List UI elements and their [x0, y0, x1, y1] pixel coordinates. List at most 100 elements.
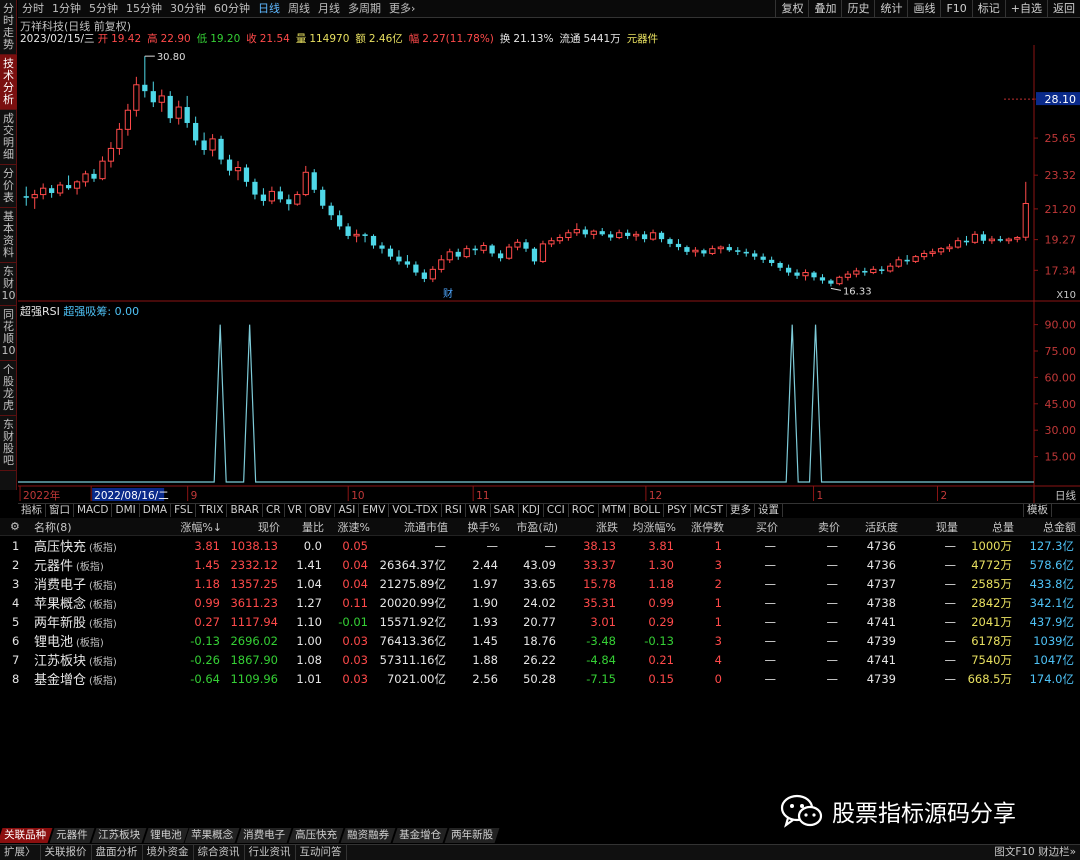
- indicator-tab-3[interactable]: DMI: [112, 504, 140, 517]
- indicator-tab-6[interactable]: TRIX: [196, 504, 228, 517]
- related-tab-6[interactable]: 高压快充: [288, 828, 344, 843]
- col-header-17[interactable]: 总金额: [1014, 519, 1076, 535]
- status-tab-1[interactable]: 关联报价: [41, 845, 92, 860]
- status-tab-2[interactable]: 盘面分析: [92, 845, 143, 860]
- col-header-1[interactable]: 名称(8): [26, 519, 176, 535]
- toolbar-button-2[interactable]: 历史: [841, 0, 874, 18]
- left-tab-6[interactable]: 同花顺10: [0, 306, 17, 361]
- indicator-tab-25[interactable]: 设置: [755, 504, 784, 517]
- col-header-10[interactable]: 均涨幅%: [618, 519, 676, 535]
- related-tab-4[interactable]: 苹果概念: [184, 828, 240, 843]
- left-tab-3[interactable]: 分价表: [0, 165, 17, 208]
- indicator-tab-2[interactable]: MACD: [74, 504, 113, 517]
- toolbar-button-7[interactable]: +自选: [1004, 0, 1047, 18]
- related-tab-7[interactable]: 融资融券: [340, 828, 396, 843]
- status-right[interactable]: 图文F10 财边栏»: [994, 845, 1076, 860]
- left-tab-0[interactable]: 分时走势: [0, 0, 17, 55]
- toolbar-button-4[interactable]: 画线: [907, 0, 940, 18]
- col-header-7[interactable]: 换手%: [448, 519, 500, 535]
- indicator-tab-23[interactable]: MCST: [691, 504, 728, 517]
- indicator-tab-7[interactable]: BRAR: [227, 504, 263, 517]
- period-tab-1[interactable]: 1分钟: [48, 0, 85, 18]
- indicator-tab-15[interactable]: WR: [466, 504, 491, 517]
- col-header-16[interactable]: 总量: [958, 519, 1014, 535]
- period-tab-10[interactable]: 更多›: [385, 0, 419, 18]
- indicator-tab-16[interactable]: SAR: [491, 504, 519, 517]
- col-header-6[interactable]: 流通市值: [370, 519, 448, 535]
- indicator-tab-10[interactable]: OBV: [306, 504, 336, 517]
- related-tab-3[interactable]: 锂电池: [143, 828, 188, 843]
- col-header-4[interactable]: 量比: [280, 519, 324, 535]
- related-tab-9[interactable]: 两年新股: [444, 828, 500, 843]
- indicator-tab-13[interactable]: VOL-TDX: [389, 504, 442, 517]
- col-header-14[interactable]: 活跃度: [840, 519, 898, 535]
- related-tab-1[interactable]: 元器件: [49, 828, 94, 843]
- indicator-tab-17[interactable]: KDJ: [519, 504, 544, 517]
- indicator-tab-12[interactable]: EMV: [359, 504, 390, 517]
- col-header-15[interactable]: 现量: [898, 519, 958, 535]
- col-header-11[interactable]: 涨停数: [676, 519, 724, 535]
- toolbar-button-3[interactable]: 统计: [874, 0, 907, 18]
- table-row[interactable]: 4 苹果概念 (板指) 0.99 3611.23 1.27 0.11 20020.99亿 1.9…: [0, 593, 1080, 613]
- toolbar-button-0[interactable]: 复权: [775, 0, 808, 18]
- indicator-tab-21[interactable]: BOLL: [630, 504, 665, 517]
- toolbar-button-6[interactable]: 标记: [971, 0, 1005, 18]
- left-tab-7[interactable]: 个股龙虎: [0, 361, 17, 416]
- related-tab-2[interactable]: 江苏板块: [91, 828, 146, 843]
- period-tab-2[interactable]: 5分钟: [85, 0, 122, 18]
- table-row[interactable]: 2 元器件 (板指) 1.45 2332.12 1.41 0.04 26364.37亿 2.44…: [0, 555, 1080, 575]
- template-tab[interactable]: 模板: [1023, 504, 1052, 517]
- col-header-2[interactable]: 涨幅%↓: [176, 519, 222, 535]
- col-header-13[interactable]: 卖价: [778, 519, 840, 535]
- indicator-tab-11[interactable]: ASI: [335, 504, 360, 517]
- indicator-tab-5[interactable]: FSL: [171, 504, 197, 517]
- status-tab-3[interactable]: 境外资金: [143, 845, 194, 860]
- period-tab-8[interactable]: 月线: [314, 0, 344, 18]
- indicator-tab-24[interactable]: 更多: [727, 504, 756, 517]
- indicator-tab-9[interactable]: VR: [285, 504, 307, 517]
- left-tab-1[interactable]: 技术分析: [0, 55, 17, 110]
- settings-icon[interactable]: ⚙: [0, 520, 26, 533]
- left-tab-2[interactable]: 成交明细: [0, 110, 17, 165]
- table-row[interactable]: 1 高压快充 (板指) 3.81 1038.13 0.0 0.05 — — — 38.13 3.81 1…: [0, 536, 1080, 556]
- indicator-tab-22[interactable]: PSY: [664, 504, 691, 517]
- col-header-12[interactable]: 买价: [724, 519, 778, 535]
- related-tab-5[interactable]: 消费电子: [236, 828, 292, 843]
- indicator-tab-14[interactable]: RSI: [442, 504, 466, 517]
- table-row[interactable]: 7 江苏板块 (板指) -0.26 1867.90 1.08 0.03 57311.16亿 1.…: [0, 650, 1080, 670]
- table-row[interactable]: 3 消费电子 (板指) 1.18 1357.25 1.04 0.04 21275.89亿 1.9…: [0, 574, 1080, 594]
- left-tab-8[interactable]: 东财股吧: [0, 416, 17, 471]
- indicator-tab-18[interactable]: CCI: [544, 504, 569, 517]
- col-header-5[interactable]: 涨速%: [324, 519, 370, 535]
- toolbar-button-1[interactable]: 叠加: [808, 0, 841, 18]
- kline-chart[interactable]: 28.10 25.65 23.32 21.20 19.27 17.34 30.80 16.33…: [18, 45, 1080, 503]
- period-tab-3[interactable]: 15分钟: [122, 0, 166, 18]
- status-tab-0[interactable]: 扩展〉: [0, 845, 41, 860]
- left-tab-5[interactable]: 东财10: [0, 263, 17, 306]
- toolbar-button-5[interactable]: F10: [940, 0, 971, 18]
- indicator-tab-4[interactable]: DMA: [140, 504, 172, 517]
- table-row[interactable]: 8 基金增仓 (板指) -0.64 1109.96 1.01 0.03 7021.00亿 2.5…: [0, 669, 1080, 689]
- related-tab-8[interactable]: 基金增仓: [392, 828, 448, 843]
- col-header-3[interactable]: 现价: [222, 519, 280, 535]
- related-tab-0[interactable]: 关联品种: [0, 828, 53, 843]
- status-tab-5[interactable]: 行业资讯: [245, 845, 296, 860]
- toolbar-button-8[interactable]: 返回: [1047, 0, 1080, 18]
- period-tab-9[interactable]: 多周期: [344, 0, 385, 18]
- table-row[interactable]: 6 锂电池 (板指) -0.13 2696.02 1.00 0.03 76413.36亿 1.4…: [0, 631, 1080, 651]
- period-tab-0[interactable]: 分时: [18, 0, 48, 18]
- period-tab-6[interactable]: 日线: [254, 0, 284, 18]
- indicator-tab-0[interactable]: 指标: [18, 504, 46, 517]
- indicator-tab-1[interactable]: 窗口: [46, 504, 74, 517]
- table-row[interactable]: 5 两年新股 (板指) 0.27 1117.94 1.10 -0.01 15571.92亿 1.…: [0, 612, 1080, 632]
- col-header-9[interactable]: 涨跌: [558, 519, 618, 535]
- status-tab-4[interactable]: 综合资讯: [194, 845, 245, 860]
- indicator-tab-8[interactable]: CR: [263, 504, 285, 517]
- period-tab-5[interactable]: 60分钟: [210, 0, 254, 18]
- status-tab-6[interactable]: 互动问答: [296, 845, 347, 860]
- indicator-tab-19[interactable]: ROC: [569, 504, 599, 517]
- indicator-tab-20[interactable]: MTM: [599, 504, 631, 517]
- col-header-8[interactable]: 市盈(动): [500, 519, 558, 535]
- period-tab-7[interactable]: 周线: [284, 0, 314, 18]
- left-tab-4[interactable]: 基本资料: [0, 208, 17, 263]
